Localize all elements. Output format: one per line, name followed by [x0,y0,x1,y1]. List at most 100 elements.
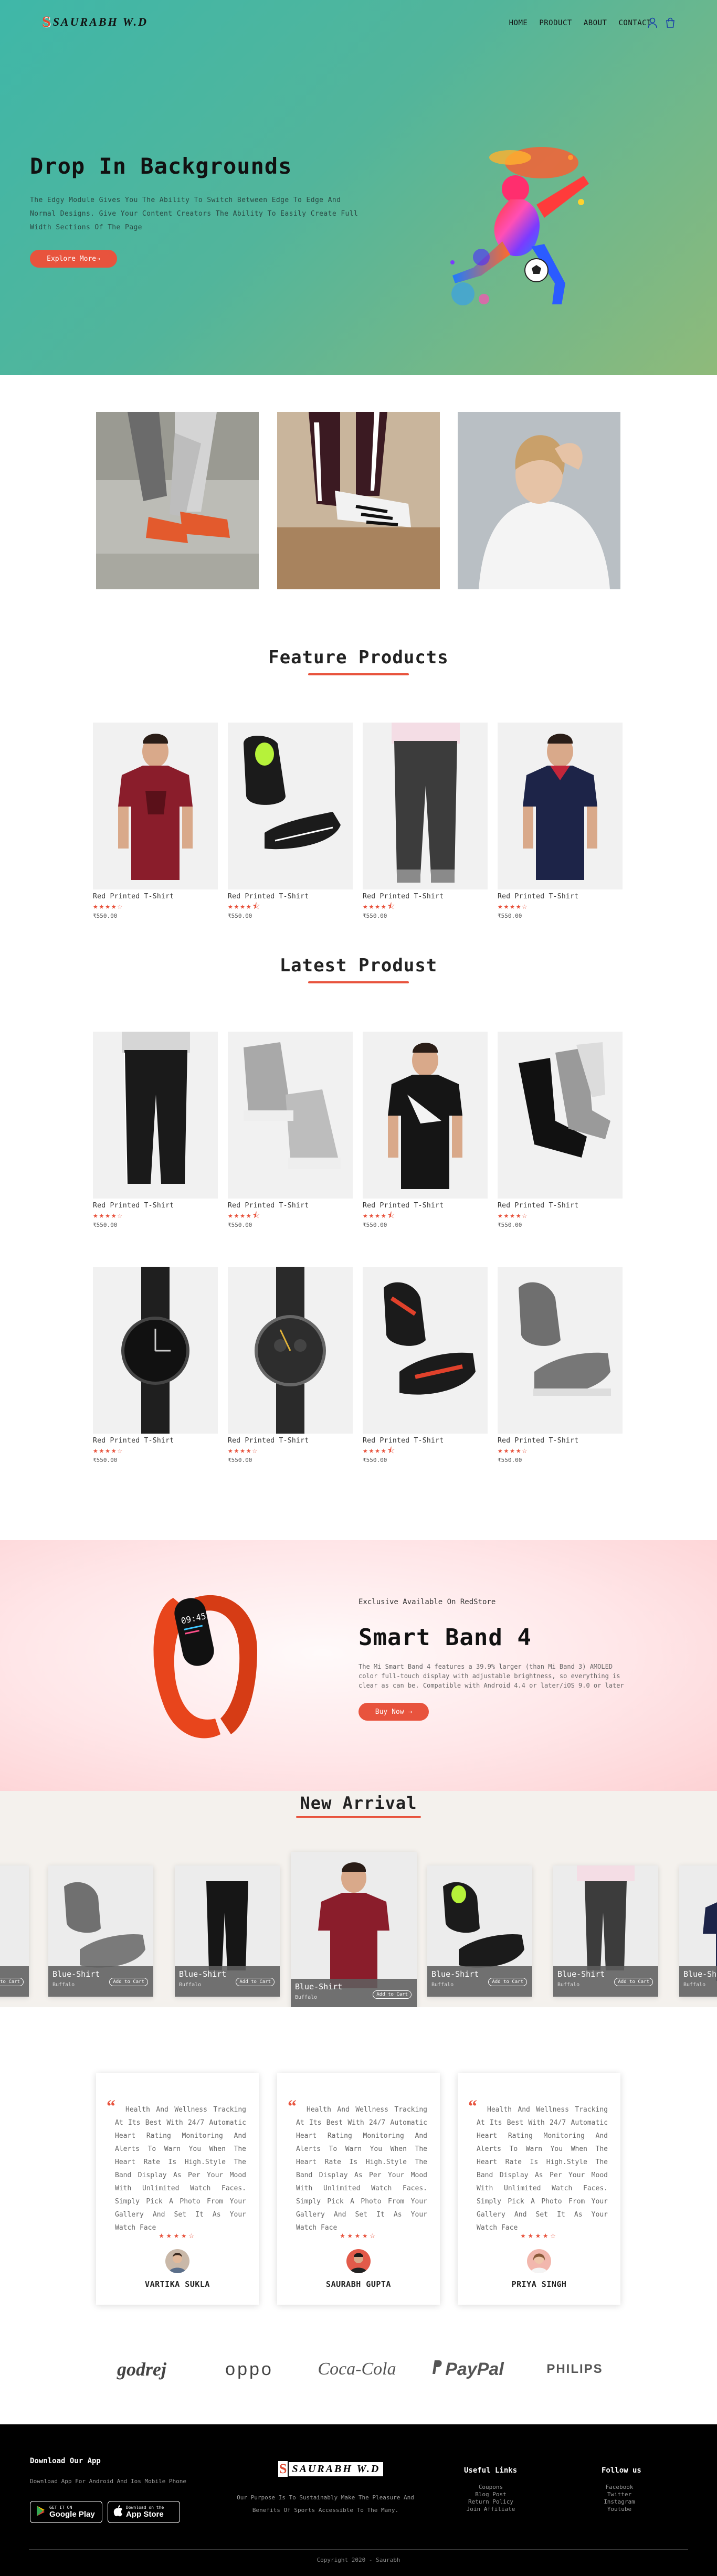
product-image-grey-joggers[interactable] [363,723,488,889]
product-name[interactable]: Red Printed T-Shirt [93,1437,218,1445]
arrival-card[interactable]: Blue-Shirt Buffalo Add to Cart [175,1865,280,1997]
product-name[interactable]: Red Printed T-Shirt [498,1437,623,1445]
product-image-socks[interactable] [498,1032,623,1199]
arrival-card[interactable]: Blue-Shirt Buffalo Add to Cart [679,1865,717,1997]
product-card[interactable]: Red Printed T-Shirt ★★★★☆ ₹550.00 [498,723,623,919]
product-image-black-watch[interactable] [93,1267,218,1434]
product-image-red-tshirt[interactable] [93,723,218,889]
product-card[interactable]: Red Printed T-Shirt ★★★★☆ ₹550.00 [93,1267,218,1464]
link-return-policy[interactable]: Return Policy [459,2498,522,2506]
social-links: Facebook Twitter Instagram Youtube [591,2484,648,2513]
apple-icon [113,2505,123,2519]
product-name[interactable]: Red Printed T-Shirt [363,893,488,900]
nav-link-home[interactable]: HOME [509,19,528,27]
product-price: ₹550.00 [363,913,387,919]
smart-band-image: 09:45 [142,1577,268,1750]
category-image-shoes[interactable] [277,412,440,589]
app-store-button[interactable]: Download on the App Store [108,2501,180,2523]
product-card[interactable]: Red Printed T-Shirt ★★★★☆ ₹550.00 [498,1267,623,1464]
logo[interactable]: S SAURABH W.D [42,12,148,33]
explore-more-button[interactable]: Explore More→ [30,250,117,268]
nav-link-product[interactable]: PRODUCT [539,19,572,27]
navbar: S SAURABH W.D HOME PRODUCT ABOUT CONTACT [0,0,717,47]
feature-products-title: Feature Products [268,647,449,668]
footer-mission: Our Purpose Is To Sustainably Make The P… [237,2494,414,2514]
product-image-grey-sneakers[interactable] [498,1267,623,1434]
buy-now-button[interactable]: Buy Now → [358,1703,429,1721]
arrival-info-bar: Blue-Shirt Buffalo Add to Cart [0,1966,29,1997]
testimonial-card: “ Health And Wellness Tracking At Its Be… [96,2073,259,2305]
nav-icons [647,17,676,28]
user-icon[interactable] [647,17,658,28]
category-image-hoodie-model[interactable] [458,412,620,589]
arrival-info-bar: Blue-Shirt Buffalo Add to Cart [427,1966,532,1997]
arrival-card-featured[interactable]: Blue-Shirt Buffalo Add to Cart [291,1852,417,2007]
product-image-grey-hightops[interactable] [228,1032,353,1199]
add-to-cart-button[interactable]: Add to Cart [109,1978,148,1986]
add-to-cart-button[interactable]: Add to Cart [236,1978,275,1986]
download-title: Download Our App [30,2457,101,2465]
add-to-cart-button[interactable]: Add to Cart [614,1978,653,1986]
arrival-info-bar: Blue-Shirt Buffalo Add to Cart [679,1966,717,1997]
product-name[interactable]: Red Printed T-Shirt [93,1202,218,1210]
link-twitter[interactable]: Twitter [591,2491,648,2498]
product-name[interactable]: Red Printed T-Shirt [363,1202,488,1210]
link-join-affiliate[interactable]: Join Affiliate [459,2506,522,2513]
product-image-red-black-sneakers[interactable] [363,1267,488,1434]
section-underline [308,981,409,983]
arrival-card[interactable]: Blue-Shirt Buffalo Add to Cart [0,1865,29,1997]
link-facebook[interactable]: Facebook [591,2484,648,2491]
category-image-sneakers[interactable] [96,412,259,589]
product-card[interactable]: Red Printed T-Shirt ★★★★☆ ₹550.00 [228,1267,353,1464]
arrival-card[interactable]: Blue-Shirt Buffalo Add to Cart [427,1865,532,1997]
add-to-cart-button[interactable]: Add to Cart [0,1978,24,1986]
product-image-black-joggers[interactable] [93,1032,218,1199]
link-youtube[interactable]: Youtube [591,2506,648,2513]
link-coupons[interactable]: Coupons [459,2484,522,2491]
arrival-brand: Buffalo [557,1982,580,1988]
product-rating: ★★★★☆ [498,1210,529,1220]
testimonial-name: SAURABH GUPTA [326,2280,391,2289]
product-card[interactable]: Red Printed T-Shirt ★★★★⯪ ₹550.00 [363,1267,488,1464]
product-name[interactable]: Red Printed T-Shirt [228,1437,353,1445]
product-card[interactable]: Red Printed T-Shirt ★★★★⯪ ₹550.00 [363,723,488,919]
google-play-button[interactable]: GET IT ON Google Play [30,2501,102,2523]
link-instagram[interactable]: Instagram [591,2498,648,2506]
product-name[interactable]: Red Printed T-Shirt [498,893,623,900]
add-to-cart-button[interactable]: Add to Cart [488,1978,527,1986]
arrival-card[interactable]: Blue-Shirt Buffalo Add to Cart [553,1865,658,1997]
nav-links: HOME PRODUCT ABOUT CONTACT [509,19,651,27]
footer-divider [29,2549,688,2550]
product-card[interactable]: Red Printed T-Shirt ★★★★☆ ₹550.00 [498,1032,623,1228]
logo-letter: S [42,13,51,30]
product-name[interactable]: Red Printed T-Shirt [228,1202,353,1210]
product-card[interactable]: Red Printed T-Shirt ★★★★⯪ ₹550.00 [228,723,353,919]
product-name[interactable]: Red Printed T-Shirt [363,1437,488,1445]
testimonial-text: Health And Wellness Tracking At Its Best… [477,2106,608,2232]
nav-link-about[interactable]: ABOUT [584,19,607,27]
product-name[interactable]: Red Printed T-Shirt [93,893,218,900]
product-card[interactable]: Red Printed T-Shirt ★★★★☆ ₹550.00 [93,1032,218,1228]
product-card[interactable]: Red Printed T-Shirt ★★★★⯪ ₹550.00 [228,1032,353,1228]
product-image-black-sneakers[interactable] [228,723,353,889]
product-name[interactable]: Red Printed T-Shirt [498,1202,623,1210]
cart-icon[interactable] [665,17,676,28]
product-rating: ★★★★☆ [228,1445,259,1455]
add-to-cart-button[interactable]: Add to Cart [373,1990,412,1999]
product-name[interactable]: Red Printed T-Shirt [228,893,353,900]
band-description: The Mi Smart Band 4 features a 39.9% lar… [358,1663,624,1689]
product-image-chrono-watch[interactable] [228,1267,353,1434]
follow-us-title: Follow us [602,2466,641,2475]
product-card[interactable]: Red Printed T-Shirt ★★★★⯪ ₹550.00 [363,1032,488,1228]
testimonial-name: PRIYA SINGH [511,2280,567,2289]
link-blog-post[interactable]: Blog Post [459,2491,522,2498]
product-card[interactable]: Red Printed T-Shirt ★★★★☆ ₹550.00 [93,723,218,919]
footer-logo[interactable]: S SAURABH W.D [278,2461,384,2477]
arrival-name: Blue-Shirt [431,1969,479,1979]
product-price: ₹550.00 [498,1222,522,1228]
testimonial-text: Health And Wellness Tracking At Its Best… [115,2106,246,2232]
product-rating: ★★★★☆ [498,1445,529,1455]
arrival-card[interactable]: Blue-Shirt Buffalo Add to Cart [48,1865,153,1997]
product-image-navy-polo[interactable] [498,723,623,889]
product-image-black-puma-tshirt[interactable] [363,1032,488,1199]
